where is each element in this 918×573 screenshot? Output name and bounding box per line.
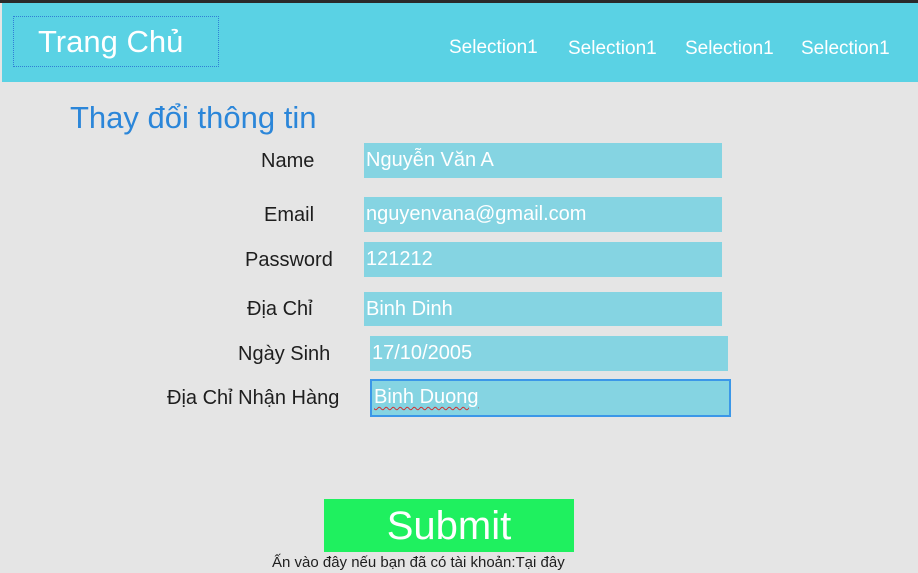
- shipping-address-value: Binh Duong: [374, 386, 479, 408]
- email-label: Email: [264, 204, 315, 226]
- submit-button[interactable]: Submit: [324, 499, 574, 552]
- name-label: Name: [261, 150, 315, 172]
- page-title: Thay đổi thông tin: [70, 100, 317, 135]
- shipping-address-field[interactable]: Binh Duong: [370, 379, 731, 417]
- address-field[interactable]: Binh Dinh: [364, 292, 722, 326]
- email-field[interactable]: nguyenvana@gmail.com: [364, 197, 722, 232]
- shipping-address-label: Địa Chỉ Nhận Hàng: [167, 387, 340, 409]
- nav-item-selection-4[interactable]: Selection1: [801, 38, 890, 60]
- header-bar: Trang Chủ Selection1 Selection1 Selectio…: [2, 3, 918, 82]
- nav-item-selection-3[interactable]: Selection1: [685, 38, 774, 60]
- home-link[interactable]: Trang Chủ: [13, 16, 219, 67]
- password-field[interactable]: 121212: [364, 242, 722, 277]
- nav-item-selection-2[interactable]: Selection1: [568, 38, 657, 60]
- address-label: Địa Chỉ: [247, 298, 313, 320]
- name-field[interactable]: Nguyễn Văn A: [364, 143, 722, 178]
- nav-item-selection-1[interactable]: Selection1: [449, 37, 538, 59]
- login-link-note[interactable]: Ấn vào đây nếu bạn đã có tài khoản:Tại đ…: [272, 554, 565, 571]
- birthdate-label: Ngày Sinh: [238, 343, 331, 365]
- password-label: Password: [245, 249, 333, 271]
- birthdate-field[interactable]: 17/10/2005: [370, 336, 728, 371]
